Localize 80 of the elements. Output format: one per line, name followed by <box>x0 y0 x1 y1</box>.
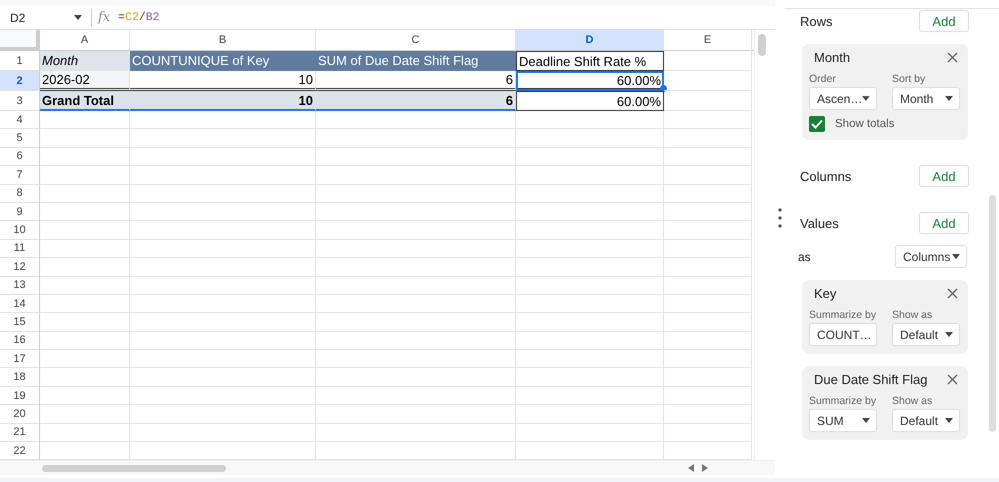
show-as-dropdown[interactable]: Default <box>892 409 960 432</box>
field-label: Show as <box>892 395 934 407</box>
table-cell: COUNTUNIQUE of Key <box>130 51 316 71</box>
row-number[interactable]: 18 <box>0 368 40 387</box>
row-number[interactable]: 4 <box>0 111 40 130</box>
checkbox[interactable] <box>809 116 825 132</box>
row-number[interactable]: 5 <box>0 129 40 148</box>
values-layout-dropdown[interactable]: Columns <box>895 245 967 268</box>
row-number[interactable]: 2 <box>0 71 40 91</box>
column-header[interactable]: C <box>316 30 516 51</box>
fx-label: fx <box>98 10 110 25</box>
row-number[interactable]: 15 <box>0 313 40 332</box>
row-number[interactable]: 11 <box>0 240 40 258</box>
as-label: as <box>798 250 811 264</box>
field-name: Month <box>814 50 850 65</box>
row-number[interactable]: 7 <box>0 166 40 185</box>
table-cell: Deadline Shift Rate % <box>516 51 664 71</box>
field-label: Summarize by <box>809 395 877 407</box>
field-name: Key <box>814 286 836 301</box>
row-number[interactable]: 8 <box>0 184 40 203</box>
column-header[interactable]: E <box>664 30 752 51</box>
row-number[interactable]: 10 <box>0 221 40 240</box>
close-icon[interactable] <box>947 374 958 385</box>
table-cell: Month <box>40 51 130 71</box>
column-header[interactable]: A <box>40 30 130 51</box>
order-dropdown[interactable]: Ascen… <box>809 87 877 110</box>
table-cell: SUM of Due Date Shift Flag <box>316 51 516 71</box>
row-number[interactable]: 22 <box>0 442 40 460</box>
close-icon[interactable] <box>947 52 958 63</box>
caret-icon <box>862 96 870 101</box>
scroll-left-icon[interactable] <box>688 464 694 472</box>
section-title: Rows <box>800 14 833 28</box>
vertical-scrollbar[interactable] <box>754 30 769 460</box>
name-box[interactable]: D2 <box>4 10 88 24</box>
show-as-dropdown[interactable]: Default <box>892 323 960 346</box>
table-cell: 60.00% <box>516 71 664 91</box>
table-cell: Grand Total <box>40 91 130 111</box>
row-number[interactable]: 1 <box>0 51 40 71</box>
row-number[interactable]: 12 <box>0 258 40 277</box>
caret-icon <box>945 96 953 101</box>
scroll-right-icon[interactable] <box>702 464 708 472</box>
add-button[interactable]: Add <box>919 10 969 32</box>
row-number[interactable]: 9 <box>0 202 40 222</box>
row-number[interactable]: 17 <box>0 350 40 368</box>
field-label: Summarize by <box>809 309 877 321</box>
row-number[interactable]: 19 <box>0 386 40 406</box>
table-cell: 2026-02 <box>40 71 130 91</box>
row-number[interactable]: 20 <box>0 405 40 424</box>
panel-scrollbar[interactable] <box>989 195 996 432</box>
column-header[interactable]: B <box>130 30 316 51</box>
table-cell: 6 <box>316 91 516 111</box>
checkbox-label: Show totals <box>835 118 894 130</box>
formula-input[interactable]: =C2/B2 <box>118 11 160 24</box>
row-number[interactable]: 3 <box>0 91 40 111</box>
row-number[interactable]: 6 <box>0 148 40 166</box>
sort-dropdown[interactable]: Month <box>892 87 960 110</box>
field-name: Due Date Shift Flag <box>814 372 928 387</box>
section-title: Columns <box>800 168 852 184</box>
caret-icon <box>945 332 953 337</box>
row-number[interactable]: 13 <box>0 276 40 295</box>
row-number[interactable]: 21 <box>0 424 40 442</box>
summarize-dropdown[interactable]: COUNT… <box>809 323 877 346</box>
table-cell: 60.00% <box>516 91 664 111</box>
column-header[interactable]: D <box>516 30 664 51</box>
field-label: Show as <box>892 309 934 321</box>
caret-icon <box>952 254 960 259</box>
caret-icon <box>945 418 953 423</box>
row-number[interactable]: 14 <box>0 294 40 314</box>
section-title: Values <box>800 216 839 230</box>
caret-icon <box>74 15 82 20</box>
table-cell: 10 <box>130 91 316 111</box>
add-button[interactable]: Add <box>919 212 969 234</box>
row-number[interactable]: 16 <box>0 332 40 350</box>
add-button[interactable]: Add <box>919 165 969 187</box>
close-icon[interactable] <box>947 288 958 299</box>
field-label: Order <box>809 73 837 85</box>
summarize-dropdown[interactable]: SUM <box>809 409 877 432</box>
drag-handle-icon[interactable] <box>778 208 782 228</box>
field-label: Sort by <box>892 73 926 85</box>
caret-icon <box>862 418 870 423</box>
